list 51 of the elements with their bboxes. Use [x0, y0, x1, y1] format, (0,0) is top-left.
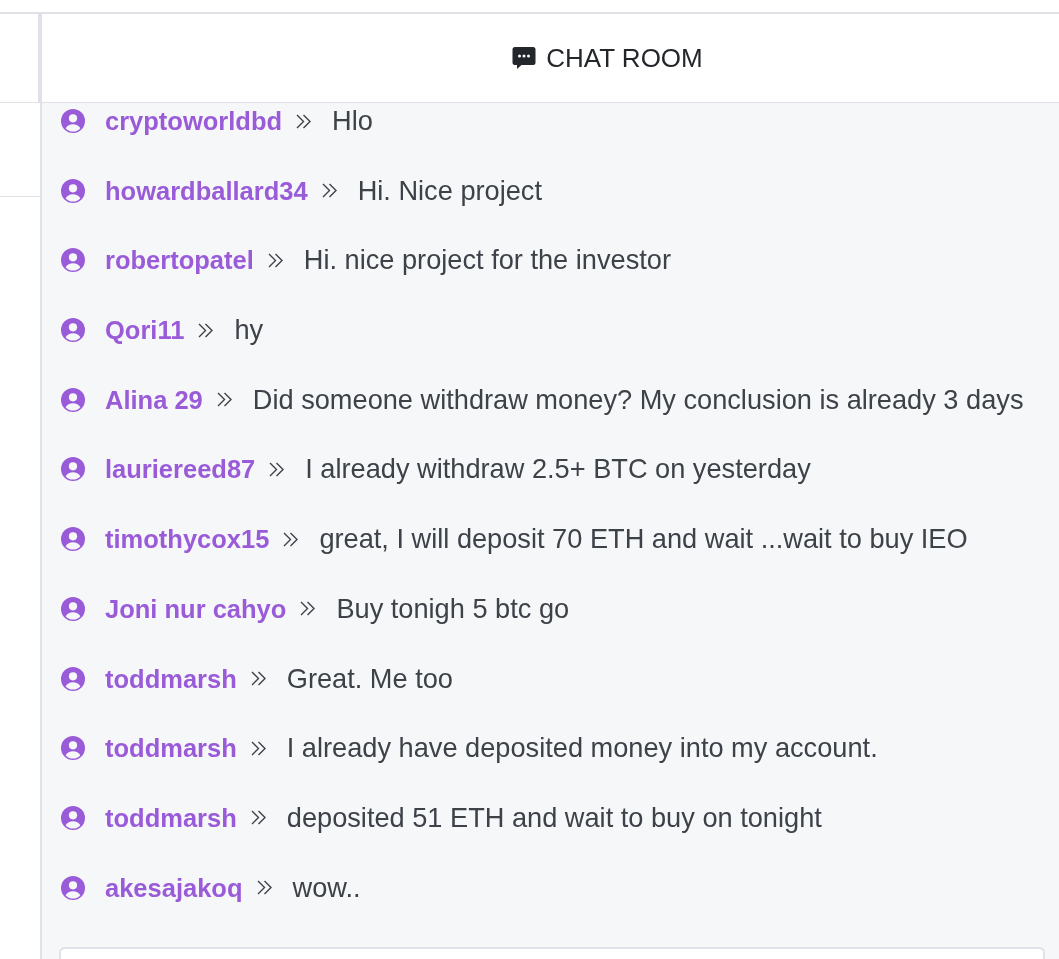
username: Alina 29	[105, 384, 203, 416]
user-avatar-icon	[61, 387, 85, 412]
double-chevron-icon	[250, 810, 266, 826]
username: timothycox15	[105, 524, 270, 556]
user-avatar-icon	[61, 178, 85, 203]
double-chevron-icon	[296, 113, 312, 129]
chat-bubble-icon	[512, 46, 537, 70]
double-chevron-icon	[250, 671, 266, 686]
user-avatar-icon	[61, 805, 85, 830]
user-avatar-icon	[61, 736, 85, 761]
message-text: Great. Me too	[286, 661, 453, 696]
username: akesajakoq	[105, 872, 243, 904]
user-avatar-icon	[61, 527, 85, 552]
double-chevron-icon	[267, 252, 283, 268]
message-text: I already withdraw 2.5+ BTC on yesterday	[305, 452, 811, 487]
user-avatar-icon	[61, 596, 85, 621]
message-text: wow..	[292, 870, 361, 905]
chat-room-title: CHAT ROOM	[546, 42, 703, 74]
double-chevron-icon	[216, 392, 232, 408]
double-chevron-icon	[269, 461, 285, 477]
username: toddmarsh	[105, 802, 237, 834]
user-avatar-icon	[61, 248, 85, 273]
message-text: Hi. nice project for the investor	[303, 243, 671, 278]
username: toddmarsh	[105, 663, 237, 695]
message-text: great, I will deposit 70 ETH and wait ...wait to buy IEO	[319, 522, 968, 557]
username: robertopatel	[105, 245, 254, 277]
user-avatar-icon	[61, 457, 85, 482]
username: howardballard34	[105, 175, 308, 207]
message-text: I already have deposited money into my account.	[286, 731, 878, 766]
user-avatar-icon	[61, 666, 85, 691]
double-chevron-icon	[256, 880, 272, 896]
username: Qori11	[105, 315, 185, 347]
message-text: hy	[234, 313, 264, 348]
username: cryptoworldbd	[105, 106, 283, 137]
user-avatar-icon	[61, 318, 85, 343]
message-text: deposited 51 ETH and wait to buy on tonight	[286, 800, 822, 835]
double-chevron-icon	[198, 322, 214, 338]
user-avatar-icon	[61, 109, 85, 133]
message-text: Hlo	[332, 104, 373, 138]
message-text: Did someone withdraw money? My conclusion is already 3 days	[252, 382, 1024, 417]
double-chevron-icon	[283, 531, 299, 547]
message-text: Hi. Nice project	[357, 173, 542, 208]
username: toddmarsh	[105, 733, 237, 765]
username: Joni nur cahyo	[105, 593, 287, 625]
double-chevron-icon	[250, 740, 266, 756]
message-text: Buy tonigh 5 btc go	[336, 591, 570, 626]
double-chevron-icon	[300, 601, 316, 617]
double-chevron-icon	[321, 183, 337, 199]
user-avatar-icon	[61, 875, 85, 900]
username: lauriereed87	[105, 454, 256, 486]
message-input-field[interactable]	[59, 946, 1045, 959]
